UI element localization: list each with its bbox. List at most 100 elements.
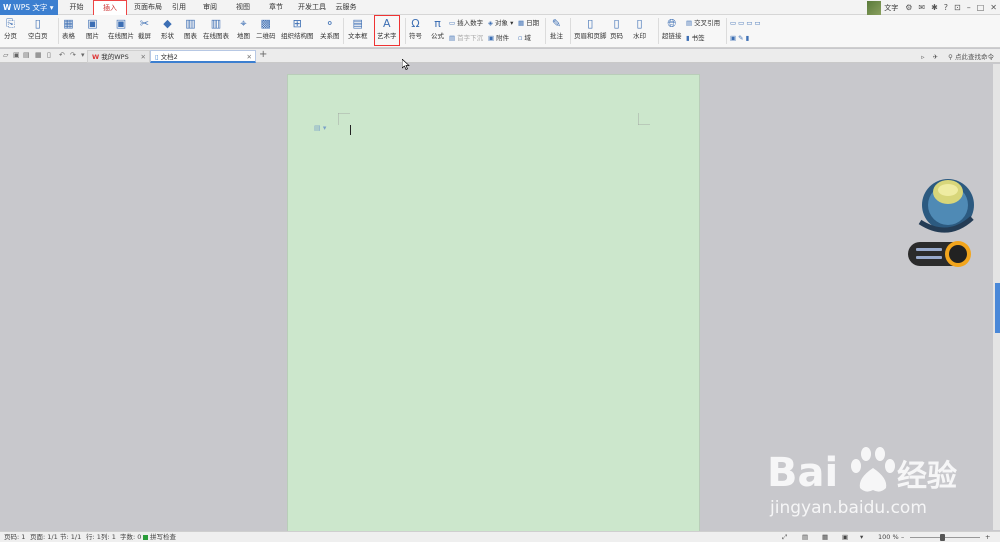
online-picture-button[interactable]: ▣ 在线图片 — [108, 16, 134, 41]
feedback-icon[interactable]: ✉ — [918, 3, 925, 12]
zoom-slider-thumb[interactable] — [939, 534, 945, 541]
status-section[interactable]: 节: 1/1 — [60, 532, 81, 542]
print-icon[interactable]: ▦ — [35, 51, 42, 59]
maximize-icon[interactable]: □ — [977, 3, 985, 12]
margin-corner-top-right — [638, 113, 650, 125]
watermark-button[interactable]: ▯ 水印 — [633, 16, 646, 41]
tab-my-wps[interactable]: W 我的WPS ✕ — [87, 50, 150, 63]
date-button[interactable]: ▦ 日期 — [518, 18, 539, 28]
tab-developer[interactable]: 开发工具 — [296, 0, 328, 15]
full-screen-icon[interactable]: ⤢ — [782, 532, 787, 542]
layout-options[interactable]: ▭ ▭ ▭ ▭ — [730, 18, 763, 28]
web-view-icon[interactable]: ▣ — [842, 532, 848, 542]
customize-icon[interactable]: ▾ — [81, 51, 85, 59]
undo-icon[interactable]: ↶ — [59, 51, 65, 59]
object-button[interactable]: ◈ 对象 ▾ — [488, 18, 513, 28]
app-menu-button[interactable]: W WPS 文字 ▾ — [0, 0, 58, 15]
shapes-button[interactable]: ◆ 形状 — [161, 16, 174, 41]
user-avatar[interactable] — [867, 0, 882, 15]
crossref-button[interactable]: ▤ 交叉引用 — [686, 18, 720, 28]
page-number-icon: ▯ — [613, 17, 620, 30]
picture-button[interactable]: ▣ 图片 — [86, 16, 99, 41]
omega-icon: Ω — [411, 17, 420, 30]
table-button[interactable]: ▦ 表格 — [62, 16, 75, 41]
minimize-icon[interactable]: – — [967, 3, 971, 12]
tab-cloud[interactable]: 云服务 — [334, 0, 358, 15]
outline-view-icon[interactable]: ▦ — [822, 532, 828, 542]
formula-button[interactable]: π 公式 — [431, 16, 444, 41]
paste-options-icon[interactable]: ▤ ▾ — [314, 124, 326, 132]
status-col[interactable]: 列: 1 — [101, 532, 116, 542]
close-icon[interactable]: ✕ — [990, 3, 997, 12]
insert-number-button[interactable]: ▭ 插入数字 — [449, 18, 483, 28]
wordart-button[interactable]: A 艺术字 — [374, 15, 400, 46]
tab-insert[interactable]: 插入 — [93, 0, 127, 15]
close-tab-icon[interactable]: ✕ — [141, 51, 146, 64]
map-button[interactable]: ⌖ 地图 — [237, 16, 250, 41]
zoom-in-icon[interactable]: + — [985, 532, 990, 542]
zoom-level[interactable]: 100 % — [878, 532, 899, 542]
new-tab-icon[interactable]: + — [259, 49, 267, 60]
symbol-button[interactable]: Ω 符号 — [409, 16, 422, 41]
extra-options[interactable]: ▣ ✎ ▮ — [730, 33, 751, 43]
floating-pet-widget[interactable] — [906, 170, 980, 276]
dropcap-button[interactable]: ▤ 首字下沉 — [449, 33, 483, 43]
print-preview-icon[interactable]: ▤ — [23, 51, 30, 59]
settings-icon[interactable]: ✱ — [931, 3, 938, 12]
chart-button[interactable]: ▥ 图表 — [184, 16, 197, 41]
watermark-icon: ▯ — [636, 17, 643, 30]
export-pdf-icon[interactable]: ▯ — [47, 51, 51, 59]
help-icon[interactable]: ? — [944, 3, 948, 12]
status-pages[interactable]: 页面: 1/1 — [30, 532, 58, 542]
tab-layout[interactable]: 页面布局 — [128, 0, 168, 15]
page-number-button[interactable]: ▯ 页码 — [610, 16, 623, 41]
status-page-no[interactable]: 页码: 1 — [4, 532, 25, 542]
ribbon-divider — [726, 18, 727, 44]
spellcheck-toggle[interactable]: 拼写检查 — [143, 532, 176, 542]
restore-ribbon-icon[interactable]: ⊡ — [954, 3, 961, 12]
ribbon-toggle-icon[interactable]: ▹ — [921, 53, 924, 61]
svg-text:经验: 经验 — [897, 459, 957, 494]
zoom-out-icon[interactable]: – — [901, 532, 904, 542]
blank-page-button[interactable]: ▯ 空白页 — [28, 16, 48, 41]
spellcheck-icon — [143, 534, 148, 540]
menu-bar: W WPS 文字 ▾ 开始 插入 页面布局 引用 审阅 视图 章节 开发工具 云服… — [0, 0, 1000, 15]
user-name[interactable]: 文字 — [884, 3, 898, 13]
tab-view[interactable]: 视图 — [232, 0, 254, 15]
header-footer-button[interactable]: ▯ 页眉和页脚 — [574, 16, 607, 41]
screenshot-button[interactable]: ✂ 截屏 — [138, 16, 151, 41]
pin-icon[interactable]: ✈ — [933, 53, 938, 61]
ribbon-divider — [58, 18, 59, 44]
attachment-button[interactable]: ▣ 附件 — [488, 33, 509, 43]
online-chart-button[interactable]: ▥ 在线图表 — [203, 16, 229, 41]
status-row[interactable]: 行: 1 — [86, 532, 101, 542]
status-word-count[interactable]: 字数: 0 — [120, 532, 141, 542]
smartart-button[interactable]: ⊞ 组织结构图 — [281, 16, 314, 41]
tab-chapter[interactable]: 章节 — [264, 0, 288, 15]
open-icon[interactable]: ▱ — [3, 51, 8, 59]
close-tab-icon[interactable]: ✕ — [247, 51, 252, 64]
tab-document-2[interactable]: ▯ 文档2 ✕ — [150, 50, 256, 63]
relation-chart-button[interactable]: ⚬ 关系图 — [320, 16, 340, 41]
tab-review[interactable]: 审阅 — [198, 0, 222, 15]
skin-icon[interactable]: ⚙ — [905, 3, 912, 12]
side-panel-toggle[interactable] — [995, 283, 1000, 333]
map-icon: ⌖ — [240, 17, 247, 30]
field-button[interactable]: ▫ 域 — [518, 33, 531, 43]
save-icon[interactable]: ▣ — [13, 51, 20, 59]
bookmark-button[interactable]: ▮ 书签 — [686, 33, 705, 43]
tab-references[interactable]: 引用 — [168, 0, 190, 15]
command-search[interactable]: ▹ ✈ ⚲ 点此查找命令 — [921, 51, 994, 61]
object-icon: ◈ — [488, 19, 493, 27]
page-break-button[interactable]: ⎘ 分页 — [4, 16, 17, 41]
zoom-slider[interactable] — [910, 537, 980, 538]
hyperlink-button[interactable]: 🌐︎ 超链接 — [662, 16, 682, 41]
tab-home[interactable]: 开始 — [61, 0, 92, 15]
reading-view-icon[interactable]: ▾ — [860, 532, 863, 542]
textbox-button[interactable]: ▤ 文本框 — [348, 16, 368, 41]
page-view-icon[interactable]: ▤ — [802, 532, 808, 542]
document-page[interactable]: ▤ ▾ — [287, 74, 700, 534]
qrcode-button[interactable]: ▩ 二维码 — [256, 16, 276, 41]
redo-icon[interactable]: ↷ — [70, 51, 76, 59]
comment-button[interactable]: ✎ 批注 — [550, 16, 563, 41]
